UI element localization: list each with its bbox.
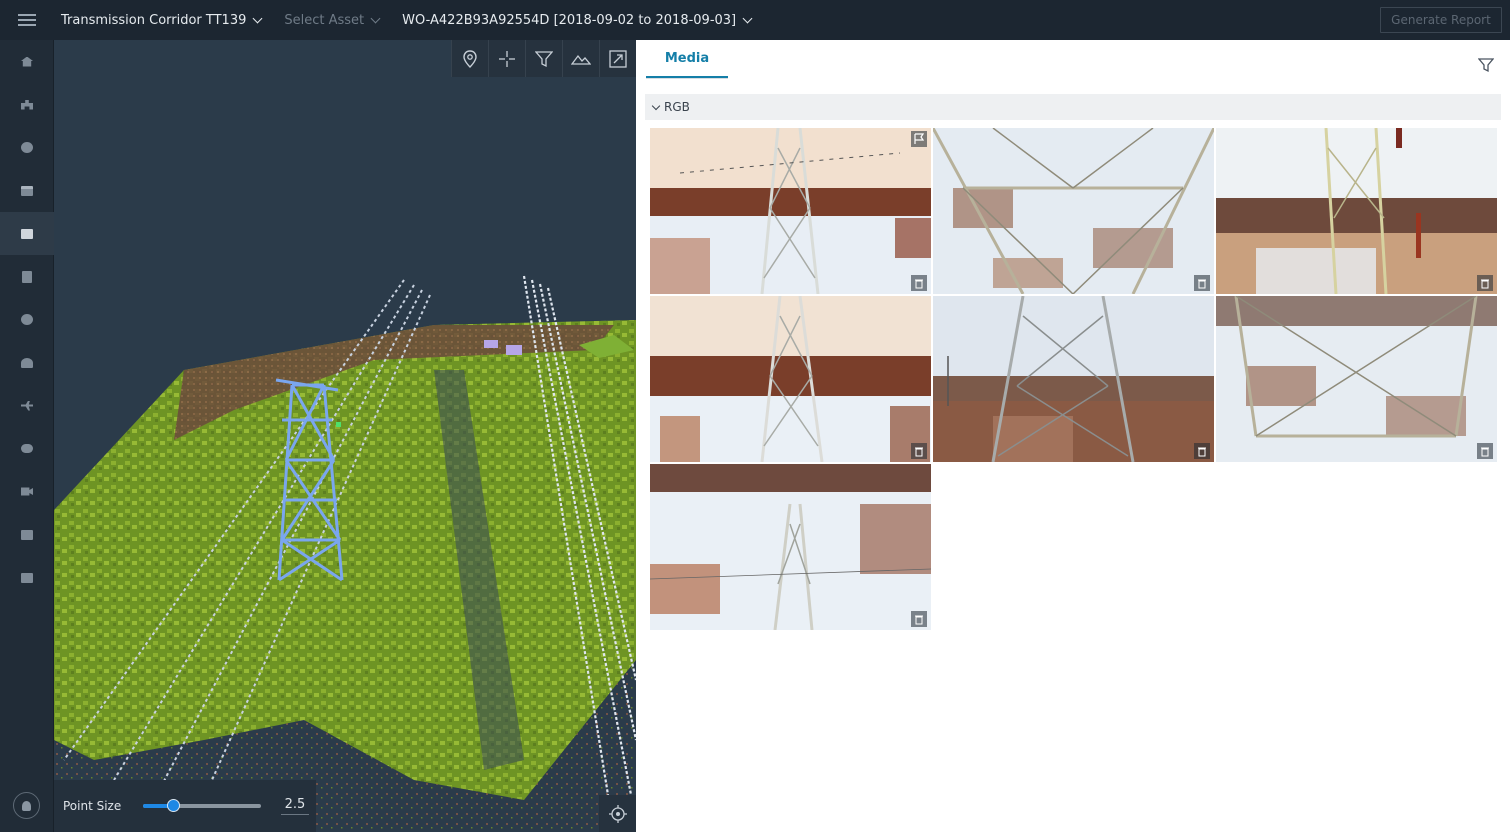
nav-media[interactable]: [0, 212, 54, 255]
flag-icon[interactable]: [911, 131, 927, 147]
cluster-icon: [21, 314, 33, 325]
slider-handle[interactable]: [166, 799, 180, 812]
nav-calendar[interactable]: [0, 169, 54, 212]
generate-report-button[interactable]: Generate Report: [1380, 7, 1502, 33]
point-size-slider[interactable]: [143, 799, 261, 812]
nav-image-3[interactable]: [0, 556, 54, 599]
user-icon: [22, 800, 31, 811]
media-thumbnail[interactable]: [933, 128, 1214, 294]
top-bar: Transmission Corridor TT139 Select Asset…: [0, 0, 1510, 40]
chevron-down-icon: [742, 13, 753, 23]
media-thumbnail[interactable]: [1216, 128, 1497, 294]
point-size-control: Point Size 2.5: [54, 780, 316, 832]
nav-hierarchy[interactable]: [0, 83, 54, 126]
location-pin-icon[interactable]: [451, 40, 488, 77]
nav-cluster-2[interactable]: [0, 298, 54, 341]
trash-icon[interactable]: [911, 275, 927, 291]
viewer-toolbar: [451, 40, 636, 77]
corridor-selector[interactable]: Transmission Corridor TT139: [61, 12, 263, 28]
nav-video[interactable]: [0, 470, 54, 513]
trash-icon[interactable]: [1477, 443, 1493, 459]
work-order-selector[interactable]: WO-A422B93A92554D [2018-09-02 to 2018-09…: [402, 12, 753, 28]
tab-media[interactable]: Media: [646, 40, 728, 78]
home-icon: [21, 56, 33, 67]
trash-icon[interactable]: [911, 611, 927, 627]
media-thumbnail[interactable]: [1216, 296, 1497, 462]
filter-icon[interactable]: [525, 40, 562, 77]
trash-icon[interactable]: [1477, 275, 1493, 291]
nav-upload[interactable]: [0, 427, 54, 470]
terrain-icon[interactable]: [562, 40, 599, 77]
nav-home[interactable]: [0, 40, 54, 83]
point-cloud-scene[interactable]: [54, 40, 636, 832]
chevron-down-icon: [651, 101, 661, 110]
asset-selector[interactable]: Select Asset: [284, 12, 381, 28]
point-size-label: Point Size: [63, 799, 122, 813]
media-thumbnail[interactable]: [650, 464, 931, 630]
image-icon: [21, 572, 33, 583]
work-order-label: WO-A422B93A92554D [2018-09-02 to 2018-09…: [402, 12, 737, 28]
chevron-down-icon: [370, 13, 381, 23]
media-thumbnail[interactable]: [650, 296, 931, 462]
hierarchy-icon: [21, 99, 33, 110]
image-icon: [21, 228, 33, 239]
trash-icon[interactable]: [1194, 443, 1210, 459]
chevron-down-icon: [252, 13, 263, 23]
cloud-upload-icon: [21, 444, 33, 453]
trash-icon[interactable]: [911, 443, 927, 459]
nav-document[interactable]: [0, 255, 54, 298]
asset-placeholder: Select Asset: [284, 12, 365, 28]
recenter-icon[interactable]: [599, 795, 636, 832]
point-size-value[interactable]: 2.5: [281, 797, 309, 815]
group-header-rgb[interactable]: RGB: [645, 94, 1501, 120]
flight-icon: [21, 400, 33, 411]
nav-cluster[interactable]: [0, 126, 54, 169]
nav-image-2[interactable]: [0, 513, 54, 556]
filter-icon[interactable]: [1477, 57, 1495, 77]
cluster-icon: [21, 142, 33, 153]
menu-icon[interactable]: [0, 0, 54, 40]
left-nav: [0, 40, 54, 832]
image-icon: [21, 529, 33, 540]
trash-icon[interactable]: [1194, 275, 1210, 291]
avatar[interactable]: [13, 792, 40, 819]
calendar-icon: [21, 185, 33, 196]
video-icon: [21, 487, 33, 496]
expand-icon[interactable]: [599, 40, 636, 77]
corridor-label: Transmission Corridor TT139: [61, 12, 247, 28]
group-label: RGB: [664, 100, 690, 114]
crosshair-icon[interactable]: [488, 40, 525, 77]
media-thumbnail[interactable]: [650, 128, 931, 294]
point-cloud-viewer[interactable]: Point Size 2.5: [54, 40, 636, 832]
media-thumbnail[interactable]: [933, 296, 1214, 462]
media-panel: Media RGB: [636, 40, 1510, 832]
nav-dashboard[interactable]: [0, 341, 54, 384]
nav-flight[interactable]: [0, 384, 54, 427]
document-icon: [22, 270, 32, 283]
dashboard-icon: [21, 357, 33, 368]
tab-underline: [646, 78, 728, 79]
